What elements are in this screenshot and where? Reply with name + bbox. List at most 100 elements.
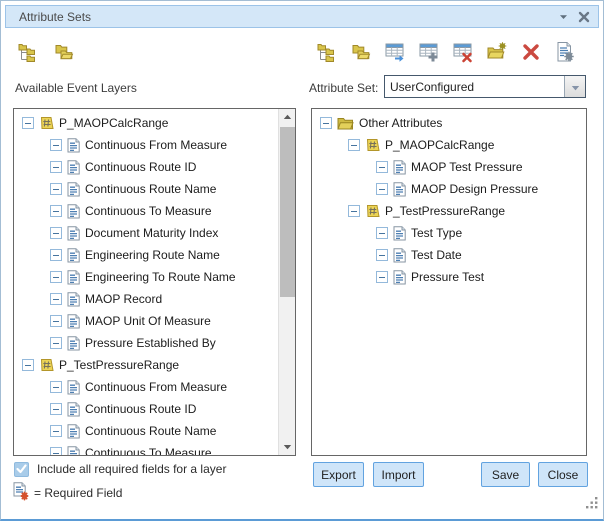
table-add-icon[interactable]: [418, 41, 440, 63]
expand-collapse-box[interactable]: [22, 117, 34, 129]
expand-collapse-box[interactable]: [50, 315, 62, 327]
close-icon[interactable]: [578, 11, 590, 23]
expand-collapse-box[interactable]: [376, 227, 388, 239]
doc-icon: [67, 380, 80, 395]
import-button[interactable]: Import: [373, 462, 424, 487]
tree-item[interactable]: Continuous From Measure: [14, 134, 278, 156]
close-button[interactable]: Close: [538, 462, 588, 487]
expand-collapse-box[interactable]: [376, 183, 388, 195]
tree-item[interactable]: Continuous Route Name: [14, 420, 278, 442]
export-button[interactable]: Export: [313, 462, 364, 487]
doc-icon: [67, 182, 80, 197]
expand-collapse-box[interactable]: [50, 447, 62, 455]
tree-item[interactable]: Engineering To Route Name: [14, 266, 278, 288]
doc-icon: [67, 204, 80, 219]
include-required-fields-label: Include all required fields for a layer: [37, 462, 226, 476]
expand-collapse-box[interactable]: [50, 425, 62, 437]
layer-icon: [365, 138, 380, 152]
scrollbar-thumb[interactable]: [280, 127, 295, 297]
tree-item[interactable]: Pressure Test: [312, 266, 586, 288]
scroll-up-icon[interactable]: [279, 109, 296, 125]
tree-item[interactable]: MAOP Unit Of Measure: [14, 310, 278, 332]
tree-item-label: Test Date: [411, 248, 462, 262]
doc-icon: [67, 292, 80, 307]
tree-item-label: MAOP Unit Of Measure: [85, 314, 211, 328]
table-remove-icon[interactable]: [452, 41, 474, 63]
tree-item[interactable]: Continuous Route ID: [14, 398, 278, 420]
tree-item[interactable]: Continuous Route ID: [14, 156, 278, 178]
expand-collapse-box[interactable]: [50, 271, 62, 283]
expand-collapse-box[interactable]: [50, 161, 62, 173]
expand-collapse-box[interactable]: [50, 227, 62, 239]
expand-collapse-box[interactable]: [50, 139, 62, 151]
layer-icon: [365, 204, 380, 218]
expand-collapse-box[interactable]: [50, 249, 62, 261]
tree-item[interactable]: P_TestPressureRange: [14, 354, 278, 376]
tree-item[interactable]: Other Attributes: [312, 112, 586, 134]
save-button[interactable]: Save: [481, 462, 530, 487]
tree-item[interactable]: Continuous Route Name: [14, 178, 278, 200]
expand-collapse-box[interactable]: [50, 183, 62, 195]
expand-collapse-box[interactable]: [50, 337, 62, 349]
expand-collapse-box[interactable]: [376, 249, 388, 261]
folder-icon: [337, 117, 354, 130]
tree-item-label: Continuous Route Name: [85, 182, 216, 196]
table-export-icon[interactable]: [384, 41, 406, 63]
dropdown-arrow-button[interactable]: [564, 76, 585, 97]
tree-item-label: Pressure Established By: [85, 336, 216, 350]
tree-item[interactable]: Continuous To Measure: [14, 200, 278, 222]
tree-item[interactable]: MAOP Design Pressure: [312, 178, 586, 200]
tree-item-label: P_TestPressureRange: [59, 358, 179, 372]
tree-item-label: Pressure Test: [411, 270, 484, 284]
tree-item-label: Engineering To Route Name: [85, 270, 236, 284]
tree-item[interactable]: MAOP Record: [14, 288, 278, 310]
tree-item[interactable]: P_MAOPCalcRange: [14, 112, 278, 134]
tree-item[interactable]: Test Type: [312, 222, 586, 244]
attribute-set-dropdown[interactable]: UserConfigured: [384, 75, 586, 98]
layer-tree-icon[interactable]: [316, 41, 338, 63]
vertical-scrollbar[interactable]: [278, 109, 295, 455]
layer-tree-icon[interactable]: [17, 41, 39, 63]
tree-item[interactable]: Continuous To Measure: [14, 442, 278, 455]
tree-item[interactable]: Engineering Route Name: [14, 244, 278, 266]
tree-item[interactable]: Test Date: [312, 244, 586, 266]
expand-collapse-box[interactable]: [348, 205, 360, 217]
expand-collapse-box[interactable]: [50, 381, 62, 393]
tree-item[interactable]: Pressure Established By: [14, 332, 278, 354]
tree-item[interactable]: P_MAOPCalcRange: [312, 134, 586, 156]
expand-collapse-box[interactable]: [22, 359, 34, 371]
doc-icon: [67, 424, 80, 439]
expand-collapse-box[interactable]: [50, 293, 62, 305]
open-folders-icon[interactable]: [350, 41, 372, 63]
doc-icon: [393, 248, 406, 263]
expand-collapse-box[interactable]: [376, 271, 388, 283]
open-folders-icon[interactable]: [53, 41, 75, 63]
doc-icon: [393, 160, 406, 175]
required-field-icon: [13, 482, 30, 506]
checkmark-icon: [16, 461, 27, 479]
tree-item[interactable]: P_TestPressureRange: [312, 200, 586, 222]
tree-item-label: Continuous From Measure: [85, 380, 227, 394]
tree-item-label: Continuous Route Name: [85, 424, 216, 438]
expand-collapse-box[interactable]: [376, 161, 388, 173]
tree-item[interactable]: Continuous From Measure: [14, 376, 278, 398]
scroll-down-icon[interactable]: [279, 439, 296, 455]
tree-item[interactable]: MAOP Test Pressure: [312, 156, 586, 178]
doc-icon: [67, 314, 80, 329]
dialog-titlebar[interactable]: Attribute Sets: [5, 5, 599, 28]
dialog-title: Attribute Sets: [19, 10, 559, 24]
tree-item-label: MAOP Test Pressure: [411, 160, 523, 174]
tree-item[interactable]: Document Maturity Index: [14, 222, 278, 244]
expand-collapse-box[interactable]: [348, 139, 360, 151]
resize-grip[interactable]: [585, 496, 598, 514]
new-attribute-set-folder-icon[interactable]: [486, 41, 508, 63]
report-settings-icon[interactable]: [554, 41, 576, 63]
expand-collapse-box[interactable]: [320, 117, 332, 129]
tree-item-label: P_TestPressureRange: [385, 204, 505, 218]
include-required-fields-checkbox[interactable]: [14, 462, 29, 477]
expand-collapse-box[interactable]: [50, 403, 62, 415]
expand-collapse-box[interactable]: [50, 205, 62, 217]
layer-icon: [39, 116, 54, 130]
titlebar-menu-caret-icon[interactable]: [559, 14, 568, 20]
delete-icon[interactable]: [520, 41, 542, 63]
